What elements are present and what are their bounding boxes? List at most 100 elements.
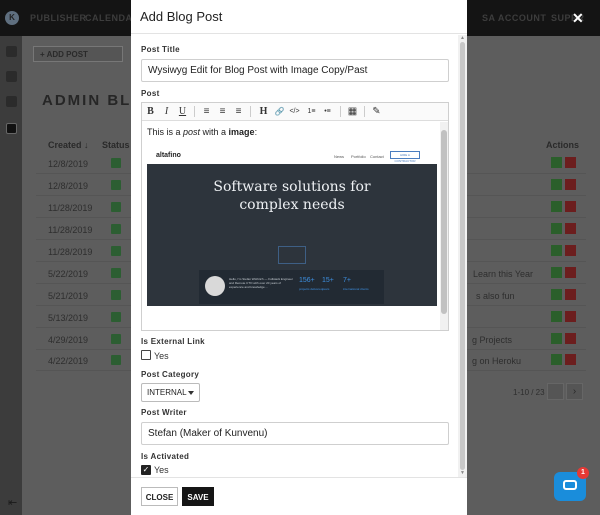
preview-stat-value: 15+ — [322, 277, 334, 284]
toolbar-divider — [250, 106, 251, 117]
editor-content[interactable]: This is a post with a image: altafino Ne… — [142, 122, 448, 330]
edit-action-button[interactable] — [551, 333, 562, 344]
close-icon[interactable]: ✕ — [572, 10, 584, 27]
preview-bio: Hello, I'm Stefan Wüthrich — Fullstack E… — [229, 277, 293, 289]
edit-action-button[interactable] — [551, 245, 562, 256]
is-activated-option[interactable]: Yes — [154, 465, 169, 475]
link-button[interactable]: 🔗 — [273, 105, 286, 118]
editor-scrollbar[interactable] — [440, 122, 448, 330]
post-writer-label: Post Writer — [141, 408, 187, 417]
preview-stat-value: 7+ — [343, 277, 351, 284]
edit-action-button[interactable] — [551, 201, 562, 212]
scroll-down-icon[interactable]: ▼ — [460, 470, 465, 476]
edit-action-button[interactable] — [551, 179, 562, 190]
sidebar — [0, 36, 22, 515]
external-link-label: Is External Link — [141, 337, 205, 346]
external-link-checkbox[interactable] — [141, 350, 151, 360]
pagination-prev-button[interactable] — [547, 383, 564, 400]
delete-action-button[interactable] — [565, 179, 576, 190]
edit-action-button[interactable] — [551, 223, 562, 234]
delete-action-button[interactable] — [565, 289, 576, 300]
status-check-icon — [111, 224, 121, 234]
delete-action-button[interactable] — [565, 223, 576, 234]
chat-notification-badge: 1 — [577, 467, 589, 479]
editor-scroll-thumb[interactable] — [441, 130, 447, 314]
add-post-label: ADD POST — [46, 50, 88, 59]
italic-button[interactable]: I — [160, 105, 173, 118]
edit-action-button[interactable] — [551, 354, 562, 365]
row-title: g Projects — [472, 335, 513, 345]
clear-format-button[interactable]: ✎ — [370, 105, 383, 118]
edit-action-button[interactable] — [551, 311, 562, 322]
post-title-input[interactable]: Wysiwyg Edit for Blog Post with Image Co… — [141, 59, 449, 82]
edit-icon[interactable] — [6, 123, 17, 134]
delete-action-button[interactable] — [565, 311, 576, 322]
checkmark-icon: ✓ — [142, 465, 150, 474]
bullet-list-button[interactable]: •≡ — [321, 105, 334, 118]
editor-paragraph: This is a post with a image: — [147, 127, 257, 137]
post-category-select[interactable]: INTERNAL — [141, 383, 200, 402]
is-activated-checkbox[interactable]: ✓ — [141, 465, 151, 475]
modal-header: Add Blog Post — [131, 0, 467, 34]
avatar — [205, 276, 225, 296]
app-logo[interactable]: K — [5, 11, 19, 25]
preview-nav-item: Contact — [370, 154, 384, 159]
pagination-next-button[interactable]: › — [566, 383, 583, 400]
underline-button[interactable]: U — [176, 105, 189, 118]
modal-scrollbar[interactable]: ▲ ▼ — [458, 35, 467, 477]
delete-action-button[interactable] — [565, 267, 576, 278]
row-date: 11/28/2019 — [48, 225, 93, 235]
status-check-icon — [111, 158, 121, 168]
code-button[interactable]: </> — [288, 105, 301, 118]
ordered-list-button[interactable]: 1≡ — [305, 105, 318, 118]
row-date: 5/22/2019 — [48, 269, 89, 279]
users-icon[interactable] — [6, 96, 17, 107]
add-post-button[interactable]: + ADD POST — [33, 46, 123, 62]
close-button[interactable]: CLOSE — [141, 487, 178, 506]
delete-action-button[interactable] — [565, 245, 576, 256]
text-run: This is a — [147, 127, 184, 137]
edit-action-button[interactable] — [551, 267, 562, 278]
save-button[interactable]: SAVE — [182, 487, 214, 506]
external-link-option[interactable]: Yes — [154, 351, 169, 361]
align-left-button[interactable]: ≡ — [200, 105, 213, 118]
align-center-button[interactable]: ≡ — [216, 105, 229, 118]
post-writer-input[interactable]: Stefan (Maker of Kunvenu) — [141, 422, 449, 445]
edit-action-button[interactable] — [551, 157, 562, 168]
row-title: Learn this Year — [473, 269, 534, 279]
preview-stat-value: 156+ — [299, 277, 315, 284]
preview-stat-label: projects delivered — [299, 287, 323, 291]
delete-action-button[interactable] — [565, 354, 576, 365]
row-date: 11/28/2019 — [48, 203, 93, 213]
heading-button[interactable]: H — [257, 105, 270, 118]
delete-action-button[interactable] — [565, 157, 576, 168]
modal-footer: CLOSE SAVE — [131, 477, 467, 515]
row-date: 12/8/2019 — [48, 181, 89, 191]
bold-button[interactable]: B — [144, 105, 157, 118]
modal-scroll-thumb[interactable] — [460, 42, 465, 470]
column-status[interactable]: Status — [102, 140, 130, 150]
chart-icon[interactable] — [6, 46, 17, 57]
status-check-icon — [111, 268, 121, 278]
table-button[interactable]: ▦ — [346, 105, 359, 118]
document-icon[interactable] — [6, 71, 17, 82]
column-created[interactable]: Created ↓ — [48, 140, 89, 150]
editor-toolbar: B I U ≡ ≡ ≡ H 🔗 </> 1≡ •≡ ▦ ✎ — [142, 103, 448, 121]
nav-publisher[interactable]: PUBLISHER — [30, 13, 87, 23]
pasted-image[interactable]: altafino News Portfolio Contact HIRE A C… — [146, 144, 437, 324]
collapse-sidebar-icon[interactable]: ⇤ — [8, 496, 17, 509]
align-right-button[interactable]: ≡ — [232, 105, 245, 118]
delete-action-button[interactable] — [565, 201, 576, 212]
scroll-up-icon[interactable]: ▲ — [460, 35, 465, 41]
headline-line: Software solutions for — [213, 179, 371, 195]
delete-action-button[interactable] — [565, 333, 576, 344]
bold-text: image — [228, 127, 255, 137]
status-check-icon — [111, 312, 121, 322]
post-category-label: Post Category — [141, 370, 200, 379]
add-blog-post-modal: Add Blog Post Post Title Wysiwyg Edit fo… — [131, 0, 467, 515]
chat-icon — [563, 480, 577, 490]
nav-sa-account[interactable]: SA ACCOUNT — [482, 13, 546, 23]
edit-action-button[interactable] — [551, 289, 562, 300]
italic-text: post — [183, 127, 201, 137]
status-check-icon — [111, 246, 121, 256]
